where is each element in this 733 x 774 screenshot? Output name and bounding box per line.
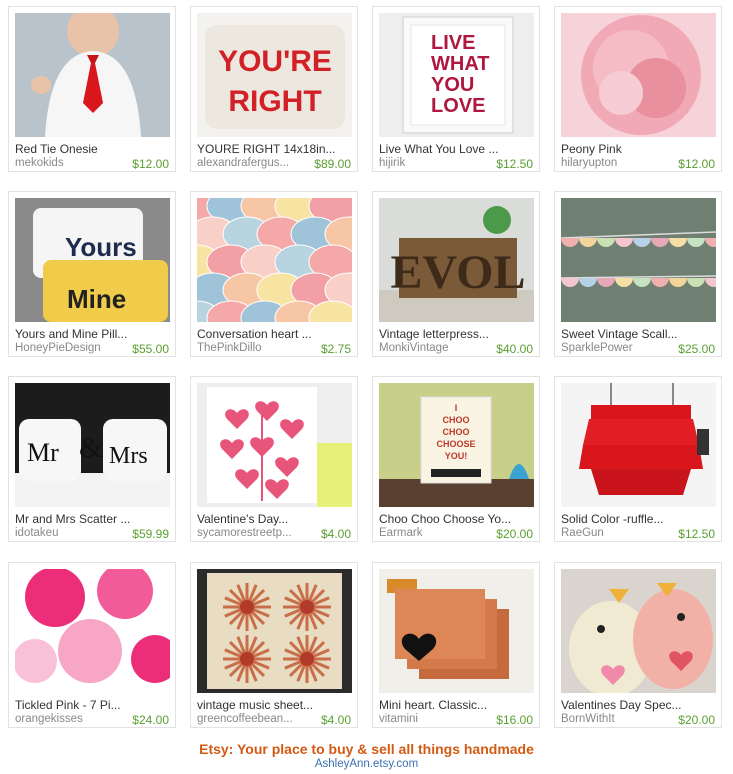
product-price: $12.00 <box>132 157 169 171</box>
svg-text:CHOO: CHOO <box>443 415 470 425</box>
product-title[interactable]: Mini heart. Classic... <box>379 698 487 712</box>
svg-text:RIGHT: RIGHT <box>228 85 321 118</box>
product-image[interactable] <box>379 569 534 693</box>
product-price: $89.00 <box>314 157 351 171</box>
product-title[interactable]: Valentine's Day... <box>197 512 288 526</box>
seller-name[interactable]: vitamini <box>379 713 418 725</box>
svg-text:I: I <box>455 403 458 413</box>
product-title[interactable]: Peony Pink <box>561 142 622 156</box>
seller-name[interactable]: alexandrafergus... <box>197 157 289 169</box>
product-price: $20.00 <box>496 527 533 541</box>
product-image[interactable] <box>561 13 716 137</box>
svg-text:LOVE: LOVE <box>431 95 485 117</box>
svg-text:YOU: YOU <box>431 74 474 96</box>
seller-name[interactable]: RaeGun <box>561 527 604 539</box>
seller-name[interactable]: ThePinkDillo <box>197 342 262 354</box>
svg-text:WHAT: WHAT <box>431 53 490 75</box>
product-card[interactable]: Mr & Mrs Mr and Mrs Scatter ... idotakeu $5… <box>8 376 176 542</box>
product-title[interactable]: Tickled Pink - 7 Pi... <box>15 698 121 712</box>
product-image[interactable]: I CHOO CHOO CHOOSE YOU! <box>379 383 534 507</box>
product-price: $16.00 <box>496 713 533 727</box>
product-card[interactable]: Conversation heart ... ThePinkDillo $2.75 <box>190 191 358 357</box>
product-price: $4.00 <box>320 713 351 727</box>
seller-name[interactable]: hijirik <box>379 157 405 169</box>
product-card[interactable]: Tickled Pink - 7 Pi... orangekisses $24.00 <box>8 562 176 728</box>
product-price: $4.00 <box>320 527 351 541</box>
seller-name[interactable]: hilaryupton <box>561 157 617 169</box>
seller-name[interactable]: SparklePower <box>561 342 633 354</box>
svg-text:YOU'RE: YOU'RE <box>218 45 332 78</box>
svg-text:YOU!: YOU! <box>445 451 468 461</box>
product-price: $59.99 <box>132 527 169 541</box>
product-price: $2.75 <box>320 342 351 356</box>
product-image[interactable]: YOU'RE RIGHT <box>197 13 352 137</box>
product-image[interactable] <box>15 569 170 693</box>
seller-name[interactable]: sycamorestreetp... <box>197 527 292 539</box>
product-title[interactable]: Conversation heart ... <box>197 327 312 341</box>
product-card[interactable]: LIVE WHAT YOU LOVE Live What You Love ... hij… <box>372 6 540 172</box>
svg-text:LIVE: LIVE <box>431 32 475 54</box>
product-card[interactable]: Solid Color -ruffle... RaeGun $12.50 <box>554 376 722 542</box>
product-image[interactable]: Mr & Mrs <box>15 383 170 507</box>
product-title[interactable]: Red Tie Onesie <box>15 142 98 156</box>
seller-name[interactable]: MonkiVintage <box>379 342 448 354</box>
seller-name[interactable]: orangekisses <box>15 713 83 725</box>
svg-text:Mine: Mine <box>67 284 126 314</box>
product-image[interactable] <box>561 383 716 507</box>
seller-name[interactable]: HoneyPieDesign <box>15 342 101 354</box>
footer-shop-link[interactable]: AshleyAnn.etsy.com <box>0 758 733 770</box>
product-title[interactable]: YOURE RIGHT 14x18in... <box>197 142 336 156</box>
svg-text:Mr: Mr <box>27 438 59 467</box>
seller-name[interactable]: Earmark <box>379 527 422 539</box>
product-image[interactable] <box>197 383 352 507</box>
product-card[interactable]: Valentines Day Spec... BornWithIt $20.00 <box>554 562 722 728</box>
product-card[interactable]: Valentine's Day... sycamorestreetp... $4.0… <box>190 376 358 542</box>
product-card[interactable]: vintage music sheet... greencoffeebean...… <box>190 562 358 728</box>
product-card[interactable]: Mini heart. Classic... vitamini $16.00 <box>372 562 540 728</box>
product-image[interactable]: LIVE WHAT YOU LOVE <box>379 13 534 137</box>
seller-name[interactable]: mekokids <box>15 157 64 169</box>
product-card[interactable]: I CHOO CHOO CHOOSE YOU! Choo Choo Choose Yo.… <box>372 376 540 542</box>
product-image[interactable]: Yours Mine <box>15 198 170 322</box>
product-title[interactable]: Choo Choo Choose Yo... <box>379 512 511 526</box>
product-image[interactable] <box>561 198 716 322</box>
product-title[interactable]: Live What You Love ... <box>379 142 498 156</box>
product-price: $40.00 <box>496 342 533 356</box>
product-title[interactable]: Yours and Mine Pill... <box>15 327 127 341</box>
product-card[interactable]: EVOL Vintage letterpress... MonkiVintage $4… <box>372 191 540 357</box>
svg-text:Yours: Yours <box>65 232 137 262</box>
product-image[interactable] <box>561 569 716 693</box>
product-card[interactable]: Red Tie Onesie mekokids $12.00 <box>8 6 176 172</box>
svg-text:CHOOSE: CHOOSE <box>436 439 475 449</box>
product-price: $20.00 <box>678 713 715 727</box>
seller-name[interactable]: greencoffeebean... <box>197 713 293 725</box>
product-price: $24.00 <box>132 713 169 727</box>
product-image[interactable]: EVOL <box>379 198 534 322</box>
seller-name[interactable]: BornWithIt <box>561 713 615 725</box>
product-image[interactable] <box>15 13 170 137</box>
product-price: $12.50 <box>678 527 715 541</box>
seller-name[interactable]: idotakeu <box>15 527 58 539</box>
product-title[interactable]: Mr and Mrs Scatter ... <box>15 512 130 526</box>
svg-text:EVOL: EVOL <box>390 246 525 299</box>
product-title[interactable]: vintage music sheet... <box>197 698 313 712</box>
product-title[interactable]: Vintage letterpress... <box>379 327 489 341</box>
product-price: $12.50 <box>496 157 533 171</box>
product-card[interactable]: Peony Pink hilaryupton $12.00 <box>554 6 722 172</box>
product-price: $25.00 <box>678 342 715 356</box>
product-card[interactable]: YOU'RE RIGHT YOURE RIGHT 14x18in... alexan… <box>190 6 358 172</box>
product-card[interactable]: Sweet Vintage Scall... SparklePower $25.00 <box>554 191 722 357</box>
product-image[interactable] <box>197 198 352 322</box>
product-card[interactable]: Yours Mine Yours and Mine Pill... HoneyPie… <box>8 191 176 357</box>
product-image[interactable] <box>197 569 352 693</box>
product-price: $55.00 <box>132 342 169 356</box>
svg-text:CHOO: CHOO <box>443 427 470 437</box>
product-title[interactable]: Sweet Vintage Scall... <box>561 327 678 341</box>
product-title[interactable]: Solid Color -ruffle... <box>561 512 664 526</box>
product-title[interactable]: Valentines Day Spec... <box>561 698 682 712</box>
svg-text:&: & <box>79 431 102 464</box>
footer-tagline: Etsy: Your place to buy & sell all thing… <box>199 741 534 757</box>
product-price: $12.00 <box>678 157 715 171</box>
svg-text:Mrs: Mrs <box>109 443 148 469</box>
